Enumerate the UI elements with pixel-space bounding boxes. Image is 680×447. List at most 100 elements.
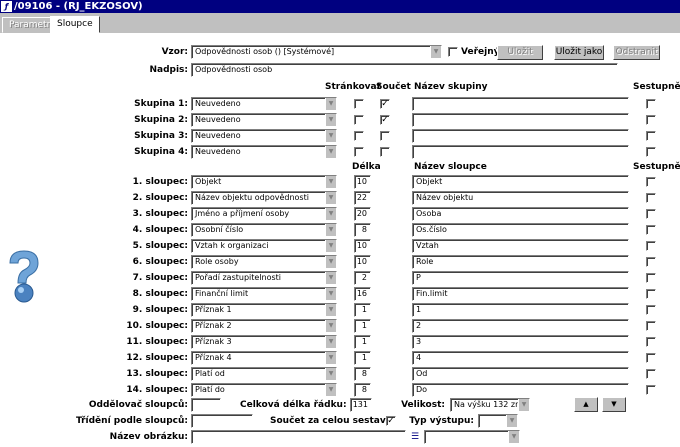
obrazek-select[interactable]: ▼: [424, 430, 520, 444]
sestupne-checkbox[interactable]: [646, 305, 656, 315]
nadpis-field[interactable]: Odpovědnosti osob: [191, 63, 618, 77]
delka-field[interactable]: 8: [354, 223, 371, 237]
move-up-button[interactable]: ▲: [574, 397, 598, 412]
chevron-down-icon[interactable]: ▼: [325, 98, 336, 110]
sestupne-checkbox[interactable]: [646, 385, 656, 395]
column-select[interactable]: Platí od ▼: [191, 367, 337, 381]
chevron-down-icon[interactable]: ▼: [325, 208, 336, 220]
chevron-down-icon[interactable]: ▼: [325, 224, 336, 236]
chevron-down-icon[interactable]: ▼: [325, 256, 336, 268]
chevron-down-icon[interactable]: ▼: [325, 130, 336, 142]
nazev-sloupce-field[interactable]: 2: [412, 319, 629, 333]
chevron-down-icon[interactable]: ▼: [506, 415, 517, 427]
chevron-down-icon[interactable]: ▼: [325, 352, 336, 364]
sestupne-checkbox[interactable]: [646, 337, 656, 347]
velikost-select[interactable]: Na výšku 132 zn. ▼: [450, 398, 530, 412]
tab-sloupce[interactable]: Sloupce: [50, 16, 100, 33]
group-select[interactable]: Neuvedeno ▼: [191, 97, 337, 111]
chevron-down-icon[interactable]: ▼: [508, 431, 519, 443]
column-select[interactable]: Role osoby ▼: [191, 255, 337, 269]
chevron-down-icon[interactable]: ▼: [325, 176, 336, 188]
column-select[interactable]: Finanční limit ▼: [191, 287, 337, 301]
delka-field[interactable]: 10: [354, 239, 371, 253]
sestupne-checkbox[interactable]: [646, 273, 656, 283]
delka-field[interactable]: 1: [354, 351, 371, 365]
column-select[interactable]: Pořadí zastupitelnosti ▼: [191, 271, 337, 285]
delka-field[interactable]: 16: [354, 287, 371, 301]
nazev-skupiny-field[interactable]: [412, 97, 629, 111]
soucet-sestavy-checkbox[interactable]: ✓: [386, 416, 396, 426]
nazev-sloupce-field[interactable]: Do: [412, 383, 629, 397]
chevron-down-icon[interactable]: ▼: [518, 399, 529, 411]
sestupne-checkbox[interactable]: [646, 369, 656, 379]
delka-field[interactable]: 10: [354, 175, 371, 189]
chevron-down-icon[interactable]: ▼: [325, 368, 336, 380]
help-icon[interactable]: [6, 249, 42, 304]
column-select[interactable]: Příznak 2 ▼: [191, 319, 337, 333]
chevron-down-icon[interactable]: ▼: [430, 46, 441, 58]
sestupne-checkbox[interactable]: [646, 321, 656, 331]
strankovat-checkbox[interactable]: [354, 147, 364, 157]
delka-field[interactable]: 8: [354, 383, 371, 397]
nazev-sloupce-field[interactable]: 3: [412, 335, 629, 349]
sestupne-checkbox[interactable]: [646, 99, 656, 109]
column-select[interactable]: Příznak 3 ▼: [191, 335, 337, 349]
chevron-down-icon[interactable]: ▼: [325, 304, 336, 316]
nazev-sloupce-field[interactable]: Fin.limit: [412, 287, 629, 301]
soucet-checkbox[interactable]: ✓: [380, 99, 390, 109]
delka-field[interactable]: 20: [354, 207, 371, 221]
nazev-sloupce-field[interactable]: 1: [412, 303, 629, 317]
chevron-down-icon[interactable]: ▼: [325, 272, 336, 284]
sestupne-checkbox[interactable]: [646, 289, 656, 299]
delka-field[interactable]: 2: [354, 271, 371, 285]
nazev-skupiny-field[interactable]: [412, 129, 629, 143]
column-select[interactable]: Příznak 1 ▼: [191, 303, 337, 317]
sestupne-checkbox[interactable]: [646, 353, 656, 363]
column-select[interactable]: Objekt ▼: [191, 175, 337, 189]
chevron-down-icon[interactable]: ▼: [325, 114, 336, 126]
chevron-down-icon[interactable]: ▼: [325, 384, 336, 396]
chevron-down-icon[interactable]: ▼: [325, 240, 336, 252]
column-select[interactable]: Příznak 4 ▼: [191, 351, 337, 365]
sestupne-checkbox[interactable]: [646, 115, 656, 125]
soucet-checkbox[interactable]: [380, 147, 390, 157]
nazev-skupiny-field[interactable]: [412, 145, 629, 159]
delka-field[interactable]: 1: [354, 319, 371, 333]
nazev-sloupce-field[interactable]: Osoba: [412, 207, 629, 221]
sestupne-checkbox[interactable]: [646, 193, 656, 203]
column-select[interactable]: Název objektu odpovědnosti ▼: [191, 191, 337, 205]
sestupne-checkbox[interactable]: [646, 147, 656, 157]
sestupne-checkbox[interactable]: [646, 225, 656, 235]
delka-field[interactable]: 8: [354, 367, 371, 381]
sestupne-checkbox[interactable]: [646, 177, 656, 187]
nazev-skupiny-field[interactable]: [412, 113, 629, 127]
strankovat-checkbox[interactable]: [354, 131, 364, 141]
nazev-sloupce-field[interactable]: 4: [412, 351, 629, 365]
ulozit-button[interactable]: Uložit: [497, 45, 543, 60]
column-select[interactable]: Jméno a příjmení osoby ▼: [191, 207, 337, 221]
group-select[interactable]: Neuvedeno ▼: [191, 113, 337, 127]
chevron-down-icon[interactable]: ▼: [325, 288, 336, 300]
nazev-sloupce-field[interactable]: Vztah: [412, 239, 629, 253]
odstranit-button[interactable]: Odstranit: [613, 45, 660, 60]
typ-vystupu-select[interactable]: ▼: [478, 414, 518, 428]
column-select[interactable]: Platí do ▼: [191, 383, 337, 397]
soucet-checkbox[interactable]: ✓: [380, 115, 390, 125]
nazev-sloupce-field[interactable]: P: [412, 271, 629, 285]
nazev-sloupce-field[interactable]: Objekt: [412, 175, 629, 189]
list-icon[interactable]: ☰: [410, 431, 420, 443]
chevron-down-icon[interactable]: ▼: [325, 336, 336, 348]
delka-field[interactable]: 22: [354, 191, 371, 205]
nazev-sloupce-field[interactable]: Role: [412, 255, 629, 269]
group-select[interactable]: Neuvedeno ▼: [191, 145, 337, 159]
ulozit-jako-button[interactable]: Uložit jako: [554, 45, 604, 60]
group-select[interactable]: Neuvedeno ▼: [191, 129, 337, 143]
column-select[interactable]: Osobní číslo ▼: [191, 223, 337, 237]
nazev-sloupce-field[interactable]: Od: [412, 367, 629, 381]
verejny-checkbox[interactable]: [448, 47, 458, 57]
trideni-field[interactable]: [191, 414, 253, 428]
nazev-sloupce-field[interactable]: Os.číslo: [412, 223, 629, 237]
sestupne-checkbox[interactable]: [646, 241, 656, 251]
sestupne-checkbox[interactable]: [646, 257, 656, 267]
chevron-down-icon[interactable]: ▼: [325, 146, 336, 158]
